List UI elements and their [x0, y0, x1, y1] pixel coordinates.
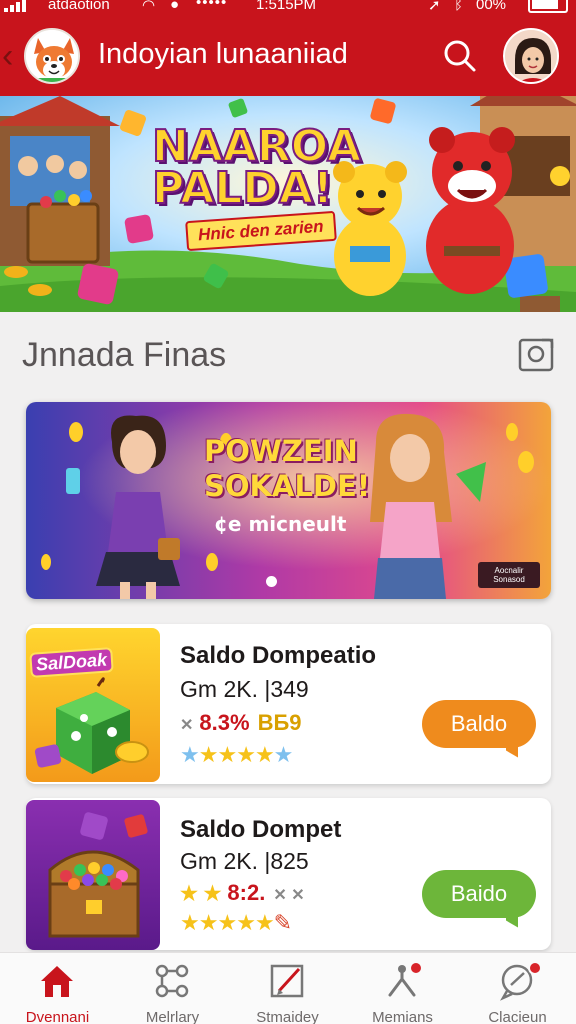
nav-label: Melrlary [145, 1009, 200, 1024]
star-icon: ★ [254, 910, 275, 935]
nav-item-members[interactable]: Memians [345, 953, 460, 1024]
nav-item-home[interactable]: Dvennani [0, 953, 115, 1024]
search-icon[interactable] [440, 36, 480, 76]
star-icon: ★ [198, 742, 219, 767]
promo-headline-line-1: POWZEIN [204, 434, 358, 468]
promo-headline-line-2: SOKALDE! [204, 469, 371, 503]
notification-badge [528, 961, 542, 975]
nav-label: Dvennani [25, 1009, 90, 1024]
hero-headline: NAAROA PALDA! [151, 121, 362, 214]
nodes-icon [152, 961, 192, 1001]
star-icon: ★ [254, 742, 275, 767]
rate-code: ✕ ✕ [273, 887, 305, 904]
bottom-navigation: Dvennani Melrlary Stmaidey Memians Claci… [0, 952, 576, 1024]
image-frame-icon[interactable] [518, 336, 554, 372]
more-icon: ••••• [196, 0, 228, 11]
game-subtitle: Gm 2K. |825 [180, 848, 309, 874]
promo-tag-line-1: Aocnalir [494, 566, 524, 575]
user-avatar[interactable] [503, 28, 559, 84]
app-title: Indoyian lunaaniiad [98, 38, 348, 70]
section-title: Jnnada Finas [22, 336, 227, 374]
promo-headline: POWZEIN SOKALDE! [204, 434, 370, 504]
star-icon: ★ [180, 910, 200, 935]
promo-tag: Aocnalir Sonasod [478, 562, 540, 588]
app-header: ‹ Indoyian lunaaniiad [0, 18, 576, 96]
game-title: Saldo Dompeatio [180, 642, 377, 669]
rate-value: 8:2. [227, 880, 266, 905]
nav-label: Memians [372, 1009, 433, 1024]
game-rate: ✕ 8.3% BБ9 [180, 710, 302, 736]
star-rating: ★★★★★✎ [180, 910, 292, 936]
rate-code: BБ9 [257, 710, 302, 735]
bluetooth-icon: ᛒ [454, 0, 464, 13]
hero-banner[interactable]: NAAROA PALDA! Hnic den zarien [0, 96, 576, 312]
star-rating: ★★★★★★ [180, 742, 294, 768]
status-bar: atdaotion ◠ ● ••••• 1:515PM ➚ ᛒ 00% [0, 0, 576, 18]
home-icon [37, 961, 77, 1001]
clock: 1:515PM [256, 0, 317, 13]
star-icon: ★ [236, 910, 256, 935]
star-icon: ★ [236, 742, 256, 767]
wifi-icon: ◠ [142, 0, 156, 14]
star-icon: ★ [180, 742, 200, 767]
game-card[interactable]: SalDoak Saldo Dompeatio Gm 2K. |349 ✕ 8.3… [26, 624, 551, 784]
rate-prefix: ★ ★ [180, 883, 222, 905]
nav-item-network[interactable]: Melrlary [115, 953, 230, 1024]
fox-mascot-logo[interactable] [24, 28, 80, 84]
promo-subtitle: ¢e micneult [214, 512, 347, 536]
battery-icon [528, 0, 568, 13]
hero-headline-line-2: PALDA! [151, 163, 334, 214]
play-button[interactable]: Baido [422, 870, 536, 918]
rate-prefix: ✕ [180, 717, 194, 734]
navigation-arrow-icon: ➚ [428, 0, 441, 14]
star-icon: ★ [217, 742, 237, 767]
star-icon: ★ [198, 910, 219, 935]
game-title: Saldo Dompet [180, 816, 342, 843]
carrier-name: atdaotion [48, 0, 110, 13]
hero-headline-line-1: NAAROA [151, 121, 362, 172]
carousel-indicator[interactable] [266, 576, 277, 587]
game-rate: ★ ★ 8:2. ✕ ✕ [180, 880, 305, 906]
promo-tag-line-2: Sonasod [493, 575, 525, 584]
location-icon: ● [170, 0, 180, 13]
star-icon: ★ [273, 742, 294, 767]
game-subtitle: Gm 2K. |349 [180, 676, 309, 702]
nav-item-chat[interactable]: Clacieun [460, 953, 575, 1024]
notification-badge [409, 961, 423, 975]
nav-item-edit[interactable]: Stmaidey [230, 953, 345, 1024]
battery-percent: 00% [476, 0, 507, 13]
badge-icon: ✎ [273, 910, 292, 935]
play-button[interactable]: Baldo [422, 700, 536, 748]
game-card[interactable]: Saldo Dompet Gm 2K. |825 ★ ★ 8:2. ✕ ✕ ★★★★… [26, 798, 551, 950]
rate-value: 8.3% [199, 710, 250, 735]
star-icon: ★ [217, 910, 237, 935]
nav-label: Stmaidey [256, 1009, 319, 1024]
game-thumbnail[interactable]: SalDoak [26, 628, 160, 782]
game-thumbnail[interactable] [26, 800, 160, 950]
nav-label: Clacieun [488, 1009, 547, 1024]
edit-icon [267, 961, 307, 1001]
signal-icon [4, 0, 26, 12]
